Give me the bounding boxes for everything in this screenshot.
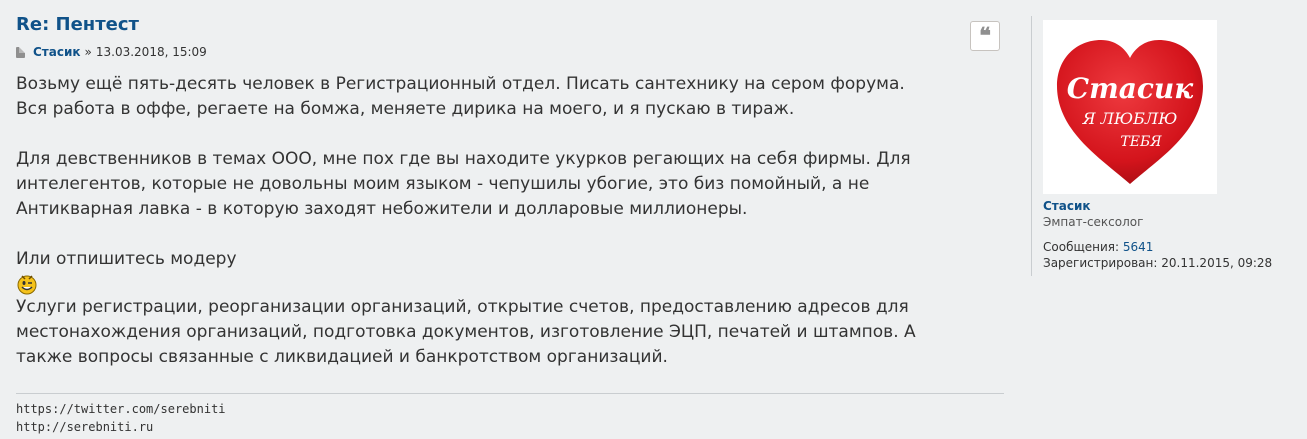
post-text-line: Возьму ещё пять-десять человек в Регистр… — [16, 74, 905, 94]
signature-link[interactable]: https://twitter.com/serebniti — [16, 400, 226, 418]
registered-date: 20.11.2015, 09:28 — [1161, 256, 1273, 270]
profile-posts-row: Сообщения: 5641 — [1043, 240, 1153, 254]
signature-divider — [16, 393, 1004, 394]
post-date: 13.03.2018, 15:09 — [95, 45, 207, 59]
post-content: Возьму ещё пять-десять человек в Регистр… — [16, 72, 996, 370]
post-body: Re: Пентест Стасик » 13.03.2018, 15:09 ❝… — [16, 0, 1006, 439]
post-text-line: Вся работа в оффе, регаете на бомжа, мен… — [16, 99, 795, 119]
post-text-line: местонахождения организаций, подготовка … — [16, 322, 916, 342]
wink-smiley-icon — [17, 275, 37, 295]
post-title-link[interactable]: Re: Пентест — [16, 14, 139, 35]
profile-registered-row: Зарегистрирован: 20.11.2015, 09:28 — [1043, 256, 1272, 270]
post-meta: Стасик » 13.03.2018, 15:09 — [16, 44, 207, 60]
meta-separator: » — [84, 45, 92, 59]
profile-rank: Эмпат-сексолог — [1043, 215, 1144, 229]
avatar-text-line1: Стасик — [1067, 72, 1194, 105]
forum-post: Re: Пентест Стасик » 13.03.2018, 15:09 ❝… — [0, 0, 1307, 439]
avatar[interactable]: Стасик Я ЛЮБЛЮ ТЕБЯ — [1043, 20, 1217, 194]
post-text-line: Или отпишитесь модеру — [16, 249, 237, 269]
avatar-text-line3: ТЕБЯ — [1120, 134, 1162, 150]
post-text-line: интелегентов, которые не довольны моим я… — [16, 174, 870, 194]
signature: https://twitter.com/serebniti http://ser… — [16, 400, 226, 436]
signature-link[interactable]: http://serebniti.ru — [16, 418, 226, 436]
post-text-line: Для девственников в темах ООО, мне пох г… — [16, 149, 911, 169]
avatar-text-line2: Я ЛЮБЛЮ — [1082, 109, 1178, 128]
heart-avatar-image: Стасик Я ЛЮБЛЮ ТЕБЯ — [1057, 40, 1203, 184]
post-text-line: Услуги регистрации, реорганизации органи… — [16, 297, 909, 317]
quote-button[interactable]: ❝ — [970, 21, 1000, 51]
post-text-line: также вопросы связанные с ликвидацией и … — [16, 347, 668, 367]
profile-username-link[interactable]: Стасик — [1043, 199, 1091, 213]
quote-icon: ❝ — [979, 23, 991, 49]
post-document-icon[interactable] — [16, 46, 25, 58]
posts-label: Сообщения: — [1043, 240, 1120, 254]
post-text-line: Антикварная лавка - в которую заходят не… — [16, 199, 748, 219]
registered-label: Зарегистрирован: — [1043, 256, 1158, 270]
posts-count-link[interactable]: 5641 — [1123, 240, 1154, 254]
post-profile: Стасик Я ЛЮБЛЮ ТЕБЯ Стасик Эмпат-сексоло… — [1031, 16, 1307, 276]
post-author-link[interactable]: Стасик — [33, 45, 81, 59]
